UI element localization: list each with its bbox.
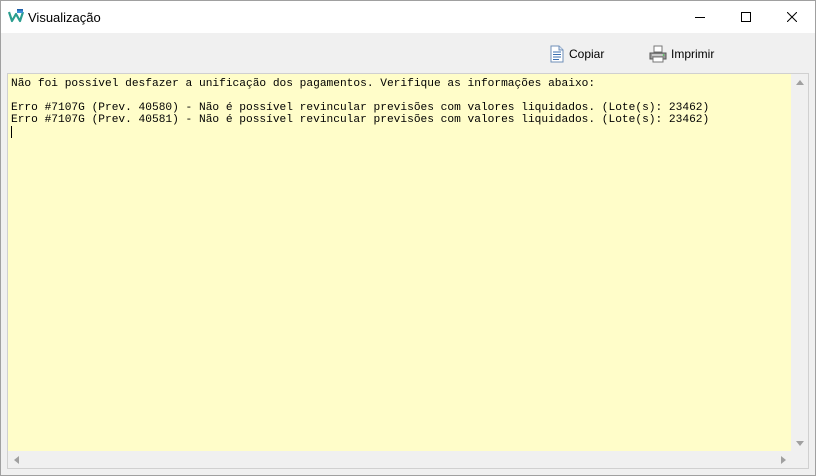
close-icon xyxy=(787,12,797,22)
print-button[interactable]: Imprimir xyxy=(649,44,714,64)
message-line xyxy=(11,90,792,102)
print-label: Imprimir xyxy=(671,47,715,61)
text-caret xyxy=(11,126,792,138)
scroll-right-arrow-icon[interactable] xyxy=(775,451,792,468)
printer-icon xyxy=(649,45,667,63)
close-button[interactable] xyxy=(769,1,815,33)
message-line: Erro #7107G (Prev. 40581) - Não é possív… xyxy=(11,114,710,126)
copy-label: Copiar xyxy=(569,47,605,61)
window-title: Visualização xyxy=(28,10,101,25)
message-line: Erro #7107G (Prev. 40580) - Não é possív… xyxy=(11,102,710,114)
toolbar: Copiar Imprimir xyxy=(1,33,815,73)
message-text[interactable]: Não foi possível desfazer a unificação d… xyxy=(8,74,792,452)
scroll-down-arrow-icon[interactable] xyxy=(791,435,808,452)
scroll-left-arrow-icon[interactable] xyxy=(8,451,25,468)
maximize-icon xyxy=(741,12,751,22)
copy-button[interactable]: Copiar xyxy=(549,44,604,64)
vertical-scrollbar[interactable] xyxy=(791,74,808,452)
title-bar[interactable]: Visualização xyxy=(1,1,815,33)
message-line: Não foi possível desfazer a unificação d… xyxy=(11,78,596,90)
app-logo-icon xyxy=(7,8,25,24)
minimize-icon xyxy=(695,17,705,18)
scroll-up-arrow-icon[interactable] xyxy=(791,74,808,91)
maximize-button[interactable] xyxy=(723,1,769,33)
scrollbar-corner xyxy=(791,451,808,468)
document-copy-icon xyxy=(549,45,565,63)
visualizacao-window: Visualização Copiar Imprimir Não foi pos… xyxy=(0,0,816,476)
horizontal-scrollbar[interactable] xyxy=(8,451,792,468)
minimize-button[interactable] xyxy=(677,1,723,33)
message-textarea[interactable]: Não foi possível desfazer a unificação d… xyxy=(7,73,809,469)
